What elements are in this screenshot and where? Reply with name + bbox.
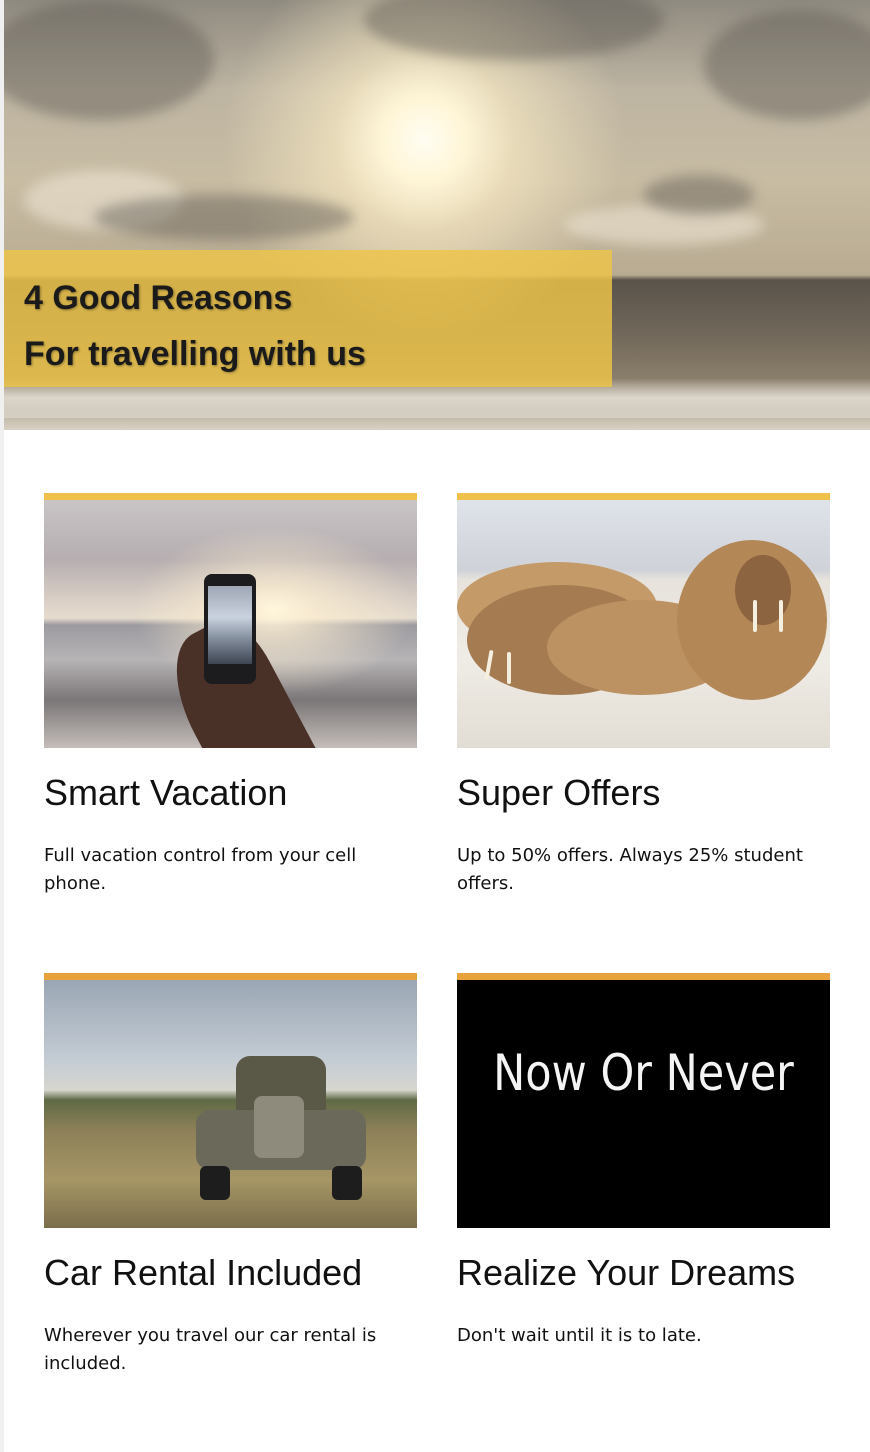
car-grille xyxy=(254,1096,304,1158)
card-text: Don't wait until it is to late. xyxy=(457,1325,702,1346)
smartphone-icon xyxy=(204,574,256,684)
tusk xyxy=(753,600,757,632)
card-accent-bar xyxy=(44,493,417,500)
now-or-never-text: Now Or Never xyxy=(493,1044,794,1102)
now-or-never-image[interactable]: Now Or Never xyxy=(457,980,830,1228)
card-title: Realize Your Dreams xyxy=(457,1252,796,1293)
card-realize-dreams[interactable]: Now Or Never Realize Your Dreams Don't w… xyxy=(457,973,830,1350)
card-text: Full vacation control from your cell pho… xyxy=(44,845,357,894)
old-car-image[interactable] xyxy=(44,980,417,1228)
phone-screen xyxy=(208,586,252,664)
hero-title-line2: For travelling with us xyxy=(24,335,366,373)
hero-banner: 4 Good Reasons For travelling with us xyxy=(4,250,612,387)
card-smart-vacation[interactable]: Smart Vacation Full vacation control fro… xyxy=(44,493,417,898)
card-accent-bar xyxy=(44,973,417,980)
hero-title-line1: 4 Good Reasons xyxy=(24,279,293,317)
card-accent-bar xyxy=(457,493,830,500)
cloud xyxy=(4,0,214,120)
card-text: Wherever you travel our car rental is in… xyxy=(44,1325,377,1374)
cloud xyxy=(564,205,764,245)
card-text: Up to 50% offers. Always 25% student off… xyxy=(457,845,803,894)
tusk xyxy=(507,652,511,684)
tusk xyxy=(779,600,783,632)
hero-title: 4 Good Reasons For travelling with us xyxy=(24,270,612,382)
hero-sunset-beach-image: 4 Good Reasons For travelling with us xyxy=(4,0,870,430)
cloud xyxy=(644,175,754,215)
cloud xyxy=(704,10,870,120)
card-title: Super Offers xyxy=(457,772,661,813)
walrus-image[interactable] xyxy=(457,500,830,748)
email-page: 4 Good Reasons For travelling with us Sm… xyxy=(4,0,870,1452)
car-wheel xyxy=(200,1166,230,1200)
cloud xyxy=(364,0,664,60)
cloud xyxy=(94,195,354,240)
car-wheel xyxy=(332,1166,362,1200)
phone-by-sea-image[interactable] xyxy=(44,500,417,748)
card-super-offers[interactable]: Super Offers Up to 50% offers. Always 25… xyxy=(457,493,830,898)
card-title: Smart Vacation xyxy=(44,772,288,813)
card-car-rental[interactable]: Car Rental Included Wherever you travel … xyxy=(44,973,417,1378)
card-accent-bar xyxy=(457,973,830,980)
card-title: Car Rental Included xyxy=(44,1252,363,1293)
